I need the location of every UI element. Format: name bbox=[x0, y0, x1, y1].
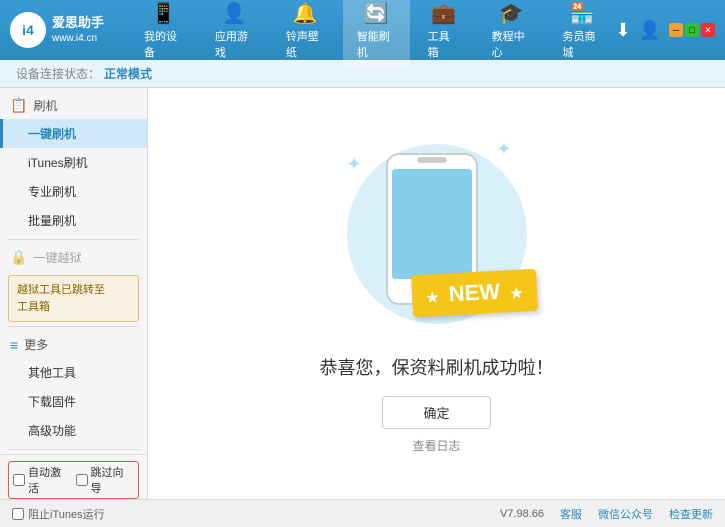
logo-brand: 爱思助手 bbox=[52, 14, 104, 32]
sidebar-more-header[interactable]: ≡ 更多 bbox=[0, 331, 147, 358]
header: i4 爱思助手 www.i4.cn 📱 我的设备 👤 应用游戏 🔔 铃声壁纸 🔄… bbox=[0, 0, 725, 60]
sidebar-section-more: ≡ 更多 其他工具 下载固件 高级功能 bbox=[0, 331, 147, 445]
smart-flash-icon: 🔄 bbox=[364, 1, 389, 26]
auto-activate-label: 自动激活 bbox=[28, 464, 72, 496]
main-layout: 📋 刷机 一键刷机 iTunes刷机 专业刷机 批量刷机 🔒 一键越狱 bbox=[0, 88, 725, 499]
sparkle-icon-1: ✦ bbox=[347, 154, 362, 175]
toolbox-icon: 💼 bbox=[431, 1, 456, 26]
tutorial-icon: 🎓 bbox=[499, 1, 524, 26]
close-button[interactable]: ✕ bbox=[701, 23, 715, 37]
logo-text: 爱思助手 www.i4.cn bbox=[52, 14, 104, 46]
sidebar: 📋 刷机 一键刷机 iTunes刷机 专业刷机 批量刷机 🔒 一键越狱 bbox=[0, 88, 148, 499]
window-controls: ─ □ ✕ bbox=[669, 23, 715, 37]
sidebar-item-one-click[interactable]: 一键刷机 bbox=[0, 119, 147, 148]
wechat-link[interactable]: 微信公众号 bbox=[598, 506, 653, 522]
lock-icon: 🔒 bbox=[10, 249, 27, 266]
sidebar-jailbreak-header: 🔒 一键越狱 bbox=[0, 244, 147, 271]
nav-tab-label: 智能刷机 bbox=[357, 28, 396, 60]
sidebar-item-batch[interactable]: 批量刷机 bbox=[0, 206, 147, 235]
auto-activate-checkbox[interactable] bbox=[13, 474, 25, 486]
one-click-label: 一键刷机 bbox=[28, 127, 76, 141]
download-fw-label: 下载固件 bbox=[28, 395, 76, 409]
itunes-block-text: 阻止iTunes运行 bbox=[28, 506, 105, 522]
download-btn[interactable]: ⬇ bbox=[615, 20, 630, 41]
pro-label: 专业刷机 bbox=[28, 185, 76, 199]
jailbreak-notice: 越狱工具已跳转至 工具箱 bbox=[8, 275, 139, 322]
nav-tab-label: 我的设备 bbox=[144, 28, 183, 60]
itunes-block-label[interactable]: 阻止iTunes运行 bbox=[12, 506, 105, 522]
device-area: 自动激活 跳过向导 📱 iPhone 15 Pro Max 512GB iPho… bbox=[0, 454, 147, 499]
more-section-label: 更多 bbox=[24, 336, 48, 353]
nav-tabs: 📱 我的设备 👤 应用游戏 🔔 铃声壁纸 🔄 智能刷机 💼 工具箱 🎓 教程中心… bbox=[130, 0, 615, 66]
bottom-bar: 阻止iTunes运行 V7.98.66 客服 微信公众号 检查更新 bbox=[0, 499, 725, 527]
success-message: 恭喜您，保资料刷机成功啦！ bbox=[320, 354, 554, 380]
jailbreak-label: 一键越狱 bbox=[33, 249, 81, 266]
auto-activate-check[interactable]: 自动激活 bbox=[13, 464, 72, 496]
confirm-button[interactable]: 确定 bbox=[382, 396, 490, 429]
nav-tab-toolbox[interactable]: 💼 工具箱 bbox=[414, 0, 474, 66]
nav-tab-label: 教程中心 bbox=[492, 28, 531, 60]
new-badge: NEW bbox=[411, 268, 538, 316]
view-log-link[interactable]: 查看日志 bbox=[412, 437, 460, 454]
nav-tab-service[interactable]: 🏪 务员商城 bbox=[549, 0, 616, 66]
sidebar-divider-1 bbox=[8, 239, 139, 240]
auto-guide-checkbox[interactable] bbox=[76, 474, 88, 486]
user-btn[interactable]: 👤 bbox=[639, 20, 661, 41]
sidebar-item-itunes[interactable]: iTunes刷机 bbox=[0, 148, 147, 177]
sparkle-icon-2: ✦ bbox=[496, 139, 511, 160]
maximize-button[interactable]: □ bbox=[685, 23, 699, 37]
ringtone-icon: 🔔 bbox=[293, 1, 318, 26]
auto-options: 自动激活 跳过向导 bbox=[8, 461, 139, 499]
logo-icon: i4 bbox=[10, 12, 46, 48]
customer-service-link[interactable]: 客服 bbox=[560, 506, 582, 522]
advanced-label: 高级功能 bbox=[28, 424, 76, 438]
other-tools-label: 其他工具 bbox=[28, 366, 76, 380]
nav-tab-tutorial[interactable]: 🎓 教程中心 bbox=[478, 0, 545, 66]
new-badge-text: NEW bbox=[448, 278, 501, 306]
nav-tab-smart-flash[interactable]: 🔄 智能刷机 bbox=[343, 0, 410, 66]
itunes-block-checkbox[interactable] bbox=[12, 508, 24, 520]
nav-tab-label: 应用游戏 bbox=[215, 28, 254, 60]
content-area: ✦ ✦ NEW 恭喜您，保资料刷机成功啦！ 确定 查看日志 bbox=[148, 88, 725, 499]
itunes-label: iTunes刷机 bbox=[28, 156, 88, 170]
auto-guide-check[interactable]: 跳过向导 bbox=[76, 464, 135, 496]
check-update-link[interactable]: 检查更新 bbox=[669, 506, 713, 522]
flash-section-label: 刷机 bbox=[33, 97, 57, 114]
sidebar-section-jailbreak: 🔒 一键越狱 越狱工具已跳转至 工具箱 bbox=[0, 244, 147, 322]
nav-tab-label: 工具箱 bbox=[428, 28, 460, 60]
connection-mode: 正常模式 bbox=[104, 65, 152, 82]
sidebar-item-other-tools[interactable]: 其他工具 bbox=[0, 358, 147, 387]
bottom-right: V7.98.66 客服 微信公众号 检查更新 bbox=[500, 506, 713, 522]
batch-label: 批量刷机 bbox=[28, 214, 76, 228]
flash-section-icon: 📋 bbox=[10, 97, 27, 114]
version-label: V7.98.66 bbox=[500, 508, 544, 520]
sidebar-section-flash-header[interactable]: 📋 刷机 bbox=[0, 92, 147, 119]
nav-tab-my-device[interactable]: 📱 我的设备 bbox=[130, 0, 197, 66]
header-right: ⬇ 👤 ─ □ ✕ bbox=[615, 20, 715, 41]
sidebar-divider-3 bbox=[8, 449, 139, 450]
logo-letter: i4 bbox=[22, 22, 34, 38]
minimize-button[interactable]: ─ bbox=[669, 23, 683, 37]
auto-guide-label: 跳过向导 bbox=[91, 464, 135, 496]
phone-illustration: ✦ ✦ NEW bbox=[327, 134, 547, 334]
nav-tab-ringtone[interactable]: 🔔 铃声壁纸 bbox=[272, 0, 339, 66]
sidebar-section-flash: 📋 刷机 一键刷机 iTunes刷机 专业刷机 批量刷机 bbox=[0, 92, 147, 235]
sidebar-item-advanced[interactable]: 高级功能 bbox=[0, 416, 147, 445]
my-device-icon: 📱 bbox=[151, 1, 176, 26]
service-icon: 🏪 bbox=[570, 1, 595, 26]
sidebar-divider-2 bbox=[8, 326, 139, 327]
nav-tab-label: 铃声壁纸 bbox=[286, 28, 325, 60]
app-game-icon: 👤 bbox=[222, 1, 247, 26]
bottom-left: 阻止iTunes运行 bbox=[12, 506, 105, 522]
jailbreak-notice-text: 越狱工具已跳转至 工具箱 bbox=[17, 284, 105, 313]
more-section-icon: ≡ bbox=[10, 337, 18, 353]
nav-tab-label: 务员商城 bbox=[563, 28, 602, 60]
logo-area: i4 爱思助手 www.i4.cn bbox=[10, 12, 130, 48]
sidebar-item-pro[interactable]: 专业刷机 bbox=[0, 177, 147, 206]
subheader-prefix: 设备连接状态： bbox=[16, 65, 100, 82]
sidebar-item-download-fw[interactable]: 下载固件 bbox=[0, 387, 147, 416]
nav-tab-app-game[interactable]: 👤 应用游戏 bbox=[201, 0, 268, 66]
logo-url: www.i4.cn bbox=[52, 32, 104, 46]
